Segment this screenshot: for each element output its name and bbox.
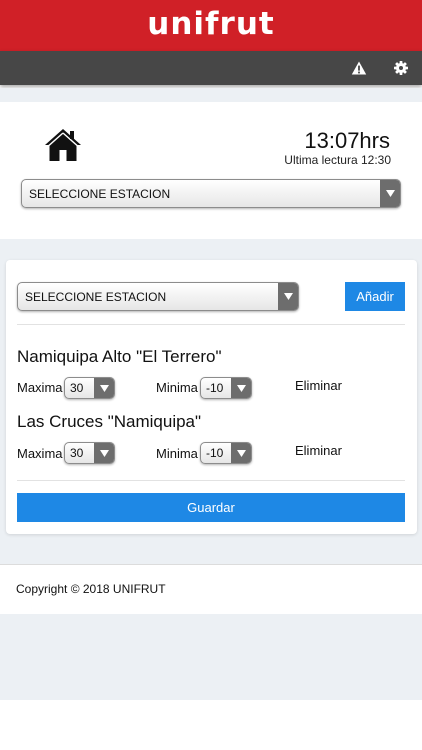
station-select-value: SELECCIONE ESTACION <box>29 186 171 201</box>
min-select-value: -10 <box>206 446 224 460</box>
chevron-down-icon <box>94 378 114 398</box>
unifrut-logo: unifrut <box>147 6 275 42</box>
toolbar <box>0 51 422 85</box>
min-label: Minima <box>156 446 198 461</box>
divider <box>17 480 405 481</box>
max-select-value: 30 <box>70 381 84 395</box>
delete-station-button[interactable]: Eliminar <box>295 378 342 393</box>
current-time: 13:07hrs <box>304 128 390 153</box>
last-reading: Ultima lectura 12:30 <box>284 153 391 167</box>
max-select[interactable]: 30 <box>64 377 115 399</box>
chevron-down-icon <box>380 180 400 207</box>
chevron-down-icon <box>231 443 251 463</box>
add-station-select[interactable]: SELECCIONE ESTACION <box>17 282 299 311</box>
max-label: Maxima <box>17 380 63 395</box>
add-station-select-value: SELECCIONE ESTACION <box>25 289 167 304</box>
chevron-down-icon <box>231 378 251 398</box>
app-header: unifrut <box>0 0 422 51</box>
max-label: Maxima <box>17 446 63 461</box>
min-label: Minima <box>156 380 198 395</box>
delete-station-button[interactable]: Eliminar <box>295 443 342 458</box>
gear-icon[interactable] <box>393 60 409 76</box>
chevron-down-icon <box>94 443 114 463</box>
min-select-value: -10 <box>206 381 224 395</box>
min-select[interactable]: -10 <box>200 442 252 464</box>
divider <box>17 324 405 325</box>
max-select-value: 30 <box>70 446 84 460</box>
station-name: Las Cruces "Namiquipa" <box>17 412 202 431</box>
warning-icon[interactable] <box>351 60 367 76</box>
max-select[interactable]: 30 <box>64 442 115 464</box>
bottom-background <box>0 614 422 700</box>
chevron-down-icon <box>278 283 298 310</box>
copyright-text: Copyright © 2018 UNIFRUT <box>16 582 166 596</box>
station-name: Namiquipa Alto "El Terrero" <box>17 347 222 366</box>
save-button[interactable]: Guardar <box>17 493 405 522</box>
add-button[interactable]: Añadir <box>345 282 405 311</box>
station-select[interactable]: SELECCIONE ESTACION <box>21 179 401 208</box>
home-icon[interactable] <box>44 128 82 162</box>
min-select[interactable]: -10 <box>200 377 252 399</box>
status-card <box>0 102 422 239</box>
